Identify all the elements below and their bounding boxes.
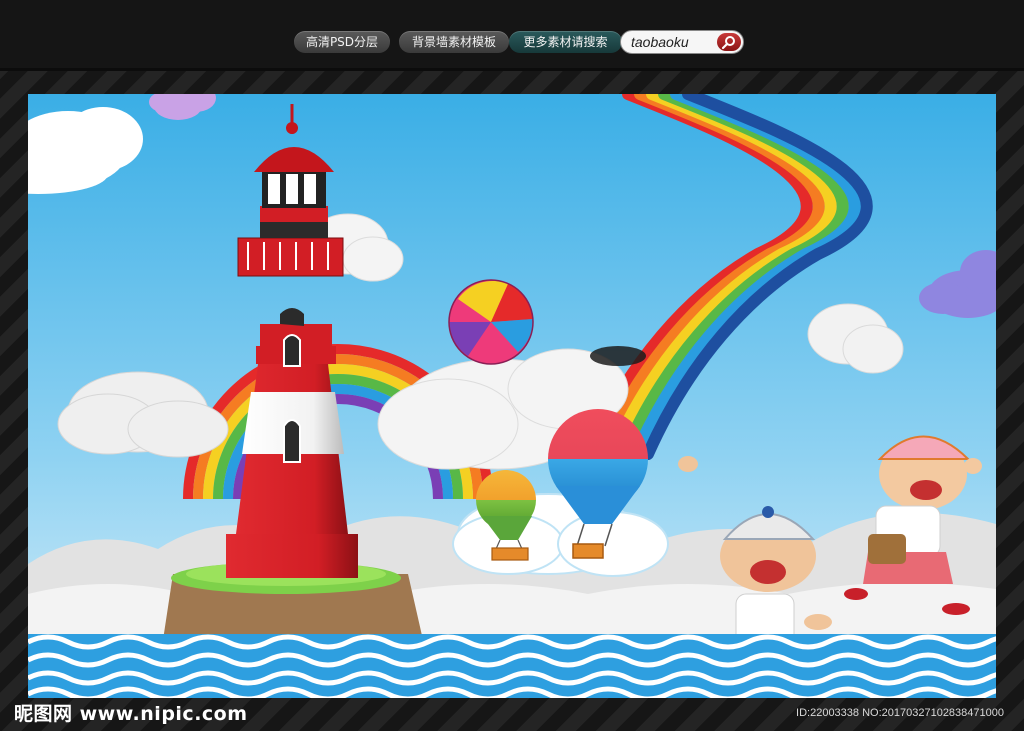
illustration-canvas: [28, 94, 996, 698]
link-more-search[interactable]: 更多素材请搜索: [509, 31, 622, 53]
top-toolbar: 高清PSD分层 背景墙素材模板 更多素材请搜索: [0, 0, 1024, 71]
search-icon: [721, 36, 735, 50]
footer-watermark: 昵图网 www.nipic.com: [14, 703, 248, 725]
footer-id-text: ID:22003338 NO:20170327102838471000: [796, 707, 1004, 719]
search-box: [620, 30, 744, 54]
ball-shadow: [590, 346, 646, 366]
beach-ball: [448, 279, 534, 365]
link-background-templates[interactable]: 背景墙素材模板: [399, 31, 509, 53]
link-label: 高清PSD分层: [305, 35, 379, 49]
link-hd-psd-layers[interactable]: 高清PSD分层: [294, 31, 390, 53]
search-input[interactable]: [631, 33, 715, 51]
link-label: 更多素材请搜索: [523, 35, 608, 49]
illustration: [28, 94, 996, 698]
search-button[interactable]: [717, 33, 741, 51]
link-label: 背景墙素材模板: [411, 35, 496, 49]
